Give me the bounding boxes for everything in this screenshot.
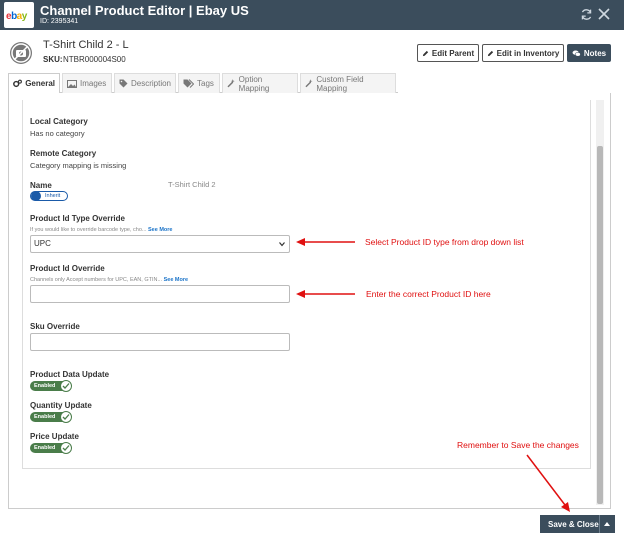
annotation-arrows	[296, 238, 570, 512]
annotation-enter-pid: Enter the correct Product ID here	[366, 289, 491, 299]
annotation-save-reminder: Remember to Save the changes	[457, 440, 579, 450]
save-close-label: Save & Close	[548, 519, 599, 529]
arrow-to-input	[296, 290, 355, 298]
annotation-select-pid-type: Select Product ID type from drop down li…	[365, 237, 524, 247]
arrow-to-save	[526, 454, 570, 512]
caret-up-icon[interactable]	[604, 522, 610, 526]
button-divider	[599, 515, 600, 533]
arrow-to-select	[296, 238, 355, 246]
save-close-button[interactable]: Save & Close	[540, 515, 615, 533]
